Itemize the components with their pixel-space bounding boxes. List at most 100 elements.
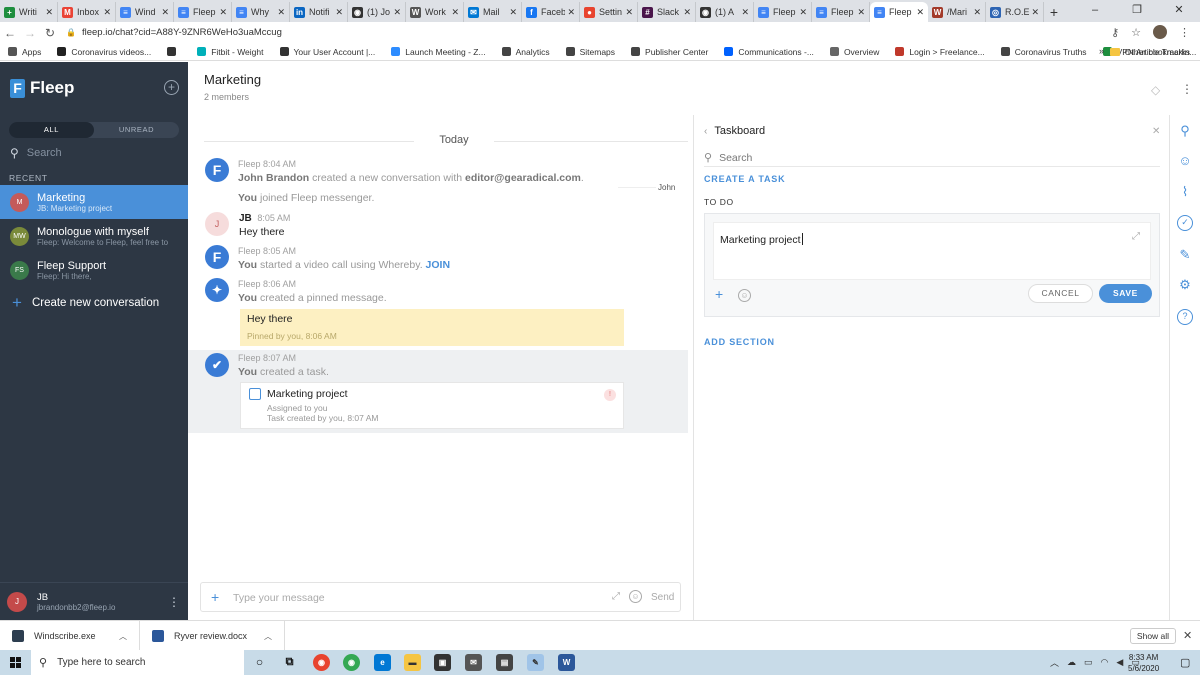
browser-tab[interactable]: ≡ Wind ✕	[116, 2, 174, 22]
chevron-up-icon[interactable]: ︿	[264, 631, 272, 642]
tab-close-icon[interactable]: ✕	[973, 7, 981, 18]
user-menu-icon[interactable]: ⋮	[168, 595, 180, 609]
file-explorer-icon[interactable]: ▬	[404, 654, 421, 671]
tab-close-icon[interactable]: ✕	[799, 7, 807, 18]
profile-avatar[interactable]	[1153, 25, 1167, 39]
bookmark-item[interactable]: Communications -...	[724, 47, 814, 57]
maximize-icon[interactable]: ❐	[1116, 0, 1158, 20]
conversation-item[interactable]: FS Fleep Support Fleep: Hi there,	[0, 253, 188, 287]
store-icon[interactable]: ▣	[434, 654, 451, 671]
conversation-item[interactable]: M Marketing JB: Marketing project	[0, 185, 188, 219]
browser-tab[interactable]: W/Mari ✕	[928, 2, 986, 22]
browser-tab[interactable]: ≡ Fleep ✕	[812, 2, 870, 22]
mail-icon[interactable]: ✉	[465, 654, 482, 671]
tab-close-icon[interactable]: ✕	[741, 7, 749, 18]
close-icon[interactable]: ✕	[1183, 629, 1192, 642]
cancel-button[interactable]: CANCEL	[1028, 284, 1093, 303]
chevron-up-icon[interactable]: ︿	[119, 631, 127, 642]
browser-tab[interactable]: ≡ Fleep ✕	[174, 2, 232, 22]
send-button[interactable]: Send	[651, 592, 674, 603]
volume-icon[interactable]: ◀	[1116, 657, 1123, 668]
browser-tab[interactable]: ≡ Fleep ✕	[754, 2, 812, 22]
browser-tab[interactable]: M Inbox ✕	[58, 2, 116, 22]
tab-close-icon[interactable]: ✕	[451, 7, 459, 18]
bookmark-item[interactable]: Overview	[829, 47, 879, 57]
notifications-icon[interactable]: ▢	[1180, 656, 1190, 669]
tab-close-icon[interactable]: ✕	[219, 7, 227, 18]
bookmark-item[interactable]	[167, 47, 181, 56]
tag-icon[interactable]: ◇	[1151, 83, 1160, 97]
bookmark-item[interactable]: Launch Meeting - Z...	[391, 47, 486, 57]
browser-tab[interactable]: # Slack ✕	[638, 2, 696, 22]
back-icon[interactable]: ←	[0, 26, 20, 40]
filter-unread-tab[interactable]: UNREAD	[94, 122, 179, 138]
tab-close-icon[interactable]: ✕	[857, 7, 865, 18]
tab-close-icon[interactable]: ✕	[335, 7, 343, 18]
add-icon[interactable]: +	[715, 287, 723, 301]
browser-tab[interactable]: ◉ (1) A ✕	[696, 2, 754, 22]
tab-close-icon[interactable]: ✕	[916, 7, 924, 18]
conversation-menu-icon[interactable]: ⋮	[1181, 82, 1193, 96]
pin-icon[interactable]: ✎	[1177, 247, 1193, 263]
bookmark-item[interactable]: Login > Freelance...	[895, 47, 985, 57]
task-checkbox[interactable]	[249, 388, 261, 400]
expand-icon[interactable]: ⤢	[612, 591, 620, 602]
close-window-icon[interactable]: ✕	[1158, 0, 1200, 20]
other-bookmarks[interactable]: Other bookmarks	[1109, 47, 1190, 57]
task-card[interactable]: Marketing project Assigned to you Task c…	[240, 382, 624, 429]
browser-tab[interactable]: f Faceb ✕	[522, 2, 580, 22]
windows-search-box[interactable]: ⚲ Type here to search	[31, 650, 244, 675]
join-call-link[interactable]: JOIN	[426, 259, 451, 271]
url-field[interactable]: 🔒 fleep.io/chat?cid=A88Y-9ZNR6WeHo3uaMcc…	[66, 27, 282, 38]
message-input[interactable]: Type your message	[233, 592, 325, 604]
browser-tab[interactable]: ◎ R.O.E ✕	[986, 2, 1044, 22]
network-icon[interactable]: ▭	[1084, 657, 1093, 668]
browser-tab[interactable]: ≡ Why ✕	[232, 2, 290, 22]
tasks-check-icon[interactable]: ✓	[1177, 215, 1193, 231]
new-tab-button[interactable]: +	[1044, 2, 1064, 22]
tab-close-icon[interactable]: ✕	[625, 7, 633, 18]
tab-close-icon[interactable]: ✕	[1031, 7, 1039, 18]
bookmark-item[interactable]: Publisher Center	[631, 47, 708, 57]
bookmark-item[interactable]: Apps	[8, 47, 41, 57]
attach-plus-icon[interactable]: +	[211, 590, 219, 604]
bookmark-item[interactable]: Coronavirus Truths	[1000, 47, 1087, 57]
tab-close-icon[interactable]: ✕	[683, 7, 691, 18]
show-all-button[interactable]: Show all	[1130, 628, 1176, 644]
browser-tab[interactable]: W Work ✕	[406, 2, 464, 22]
tab-close-icon[interactable]: ✕	[393, 7, 401, 18]
bookmark-item[interactable]: Coronavirus videos...	[57, 47, 151, 57]
browser-tab[interactable]: ● Settin ✕	[580, 2, 638, 22]
help-icon[interactable]: ?	[1177, 309, 1193, 325]
wifi-icon[interactable]: ◠	[1101, 657, 1109, 668]
windows-start-icon[interactable]	[0, 650, 31, 675]
tab-close-icon[interactable]: ✕	[509, 7, 517, 18]
bookmark-item[interactable]: Fitbit - Weight	[197, 47, 264, 57]
add-section-link[interactable]: ADD SECTION	[704, 337, 775, 347]
conversation-item[interactable]: MW Monologue with myself Fleep: Welcome to…	[0, 219, 188, 253]
bookmark-item[interactable]: Sitemaps	[565, 47, 615, 57]
task-view-icon[interactable]: ⧉	[281, 654, 298, 671]
minimize-icon[interactable]: –	[1074, 0, 1116, 20]
browser-tab[interactable]: in Notifi ✕	[290, 2, 348, 22]
system-clock[interactable]: 8:33 AM 5/6/2020	[1128, 652, 1159, 674]
close-icon[interactable]: ✕	[1152, 126, 1160, 137]
priority-icon[interactable]: !	[604, 389, 616, 401]
key-icon[interactable]: ⚷	[1111, 26, 1119, 39]
bookmark-item[interactable]: Your User Account |...	[279, 47, 375, 57]
download-item[interactable]: Windscribe.exe ︿	[0, 621, 140, 651]
app-icon[interactable]: ✎	[527, 654, 544, 671]
cloud-icon[interactable]: ☁	[1067, 657, 1076, 668]
task-input[interactable]: Marketing project ⤢	[713, 222, 1151, 280]
chrome-icon[interactable]: ◉	[343, 654, 360, 671]
more-bookmarks-icon[interactable]: »	[1099, 46, 1104, 56]
tab-close-icon[interactable]: ✕	[277, 7, 285, 18]
create-conversation-button[interactable]: + Create new conversation	[12, 294, 159, 311]
browser-tab[interactable]: ◉ (1) Jo ✕	[348, 2, 406, 22]
emoji-icon[interactable]: ☺	[629, 590, 642, 603]
search-icon[interactable]: ⚲	[1177, 123, 1193, 139]
pinned-message[interactable]: Hey there Pinned by you, 8:06 AM	[240, 309, 624, 346]
emoji-icon[interactable]: ☺	[738, 289, 751, 302]
expand-icon[interactable]: ⤢	[1132, 231, 1140, 242]
attachment-icon[interactable]: ⌇	[1177, 184, 1193, 200]
